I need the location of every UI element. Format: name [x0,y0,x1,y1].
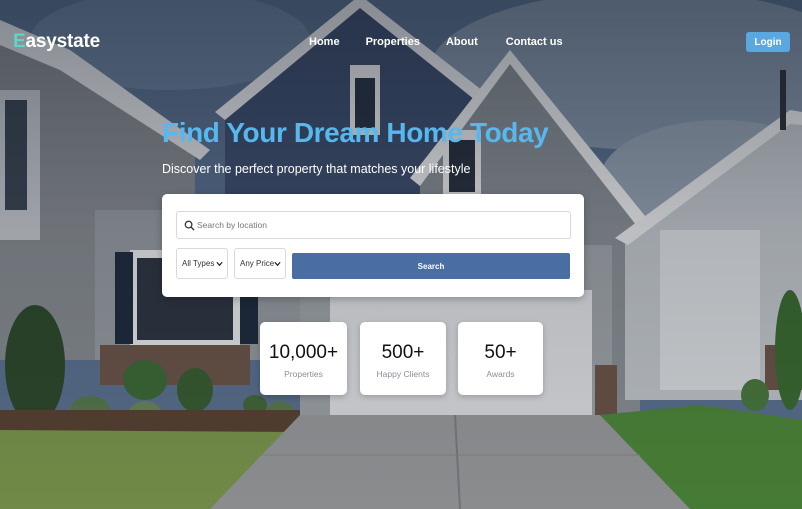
location-search-field[interactable] [176,211,571,239]
nav-about-link[interactable]: About [446,36,478,48]
stat-label: Awards [486,369,515,379]
search-card: All Types Any Price Search [162,194,584,297]
price-value: Any Price [240,259,275,268]
main-menu: Home Properties About Contact us [309,36,563,48]
nav-contact-link[interactable]: Contact us [506,36,563,48]
stat-label: Happy Clients [376,369,430,379]
top-navbar: Easystate Home Properties About Contact … [0,0,802,84]
location-search-input[interactable] [197,216,562,234]
nav-properties-link[interactable]: Properties [366,36,420,48]
chevron-down-icon [216,261,223,267]
price-select[interactable]: Any Price [234,248,286,279]
hero-title: Find Your Dream Home Today [162,117,549,148]
search-button[interactable]: Search [292,253,570,279]
stat-card-awards: 50+ Awards [458,322,543,395]
property-type-value: All Types [182,259,215,268]
stat-card-clients: 500+ Happy Clients [360,322,446,395]
stat-value: 50+ [484,342,517,363]
property-type-select[interactable]: All Types [176,248,228,279]
login-button[interactable]: Login [746,32,790,52]
stat-value: 500+ [381,342,425,363]
stat-value: 10,000+ [268,342,339,363]
nav-home-link[interactable]: Home [309,36,340,48]
stat-card-properties: 10,000+ Properties [260,322,347,395]
chevron-down-icon [274,261,281,267]
hero-subtitle: Discover the perfect property that match… [162,162,471,176]
brand-logo[interactable]: Easystate [13,31,100,53]
search-icon [184,220,195,231]
stat-label: Properties [284,369,323,379]
